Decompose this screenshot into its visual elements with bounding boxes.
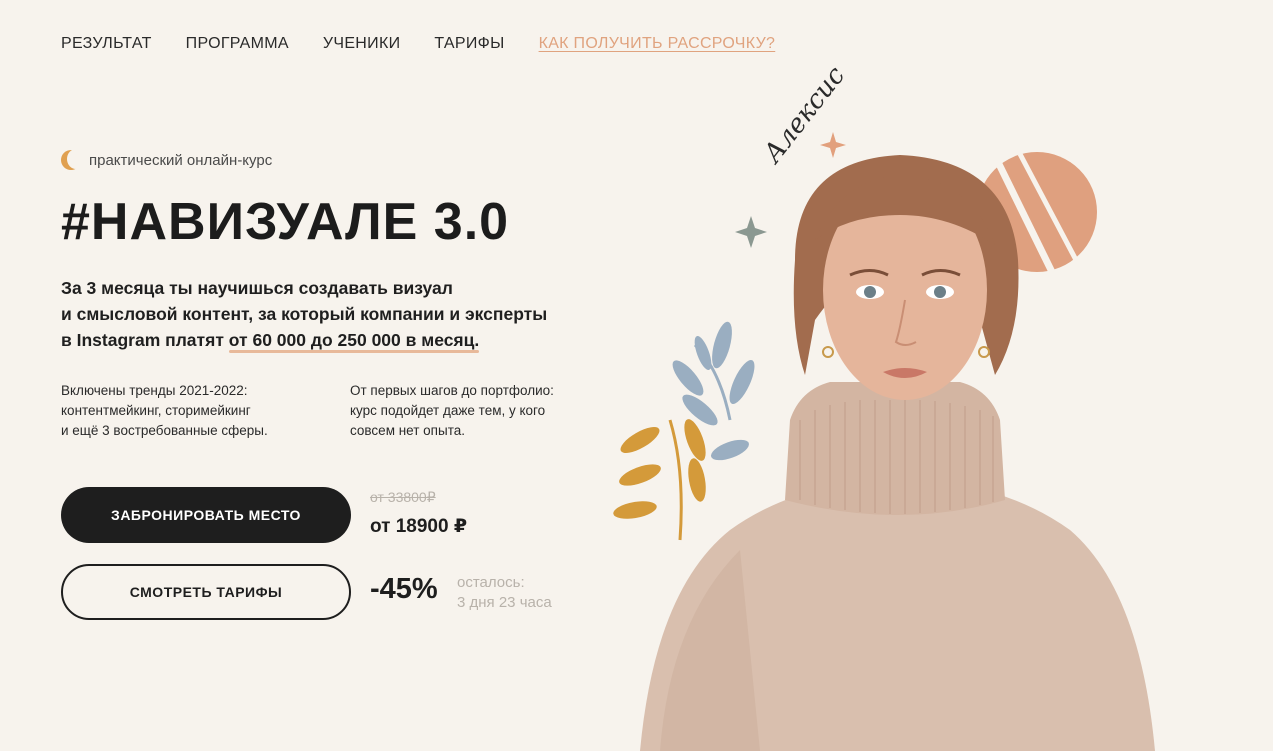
feature-trends-line-1: Включены тренды 2021-2022: <box>61 383 248 398</box>
lead-line-2: и смысловой контент, за который компании… <box>61 304 548 324</box>
page-title: #НАВИЗУАЛЕ 3.0 <box>61 193 510 251</box>
sparkle-icon <box>735 216 767 248</box>
hero-lead: За 3 месяца ты научишься создавать визуа… <box>61 275 621 353</box>
feature-trends-line-3: и ещё 3 востребованные сферы. <box>61 423 268 438</box>
nav-item-students[interactable]: УЧЕНИКИ <box>323 35 400 53</box>
time-left-label: осталось: <box>457 574 525 591</box>
hero-illustration <box>613 132 1155 751</box>
feature-portfolio-line-3: совсем нет опыта. <box>350 423 465 438</box>
lead-line-3: в Instagram платят от 60 000 до 250 000 … <box>61 327 621 353</box>
blue-branch <box>672 321 755 461</box>
gold-branch <box>613 419 706 541</box>
moon-icon <box>61 149 85 170</box>
nav-item-tariffs[interactable]: ТАРИФЫ <box>434 35 504 53</box>
feature-trends-line-2: контентмейкинг, сторимейкинг <box>61 403 251 418</box>
lead-line-3-text: в Instagram платят <box>61 330 224 350</box>
feature-portfolio: От первых шагов до портфолио: курс подой… <box>350 381 600 441</box>
nav-item-installments[interactable]: КАК ПОЛУЧИТЬ РАССРОЧКУ? <box>539 35 776 53</box>
course-badge: практический онлайн-курс <box>61 149 273 170</box>
course-badge-label: практический онлайн-курс <box>89 151 273 169</box>
new-price: от 18900 ₽ <box>370 516 468 537</box>
book-seat-button[interactable]: ЗАБРОНИРОВАТЬ МЕСТО <box>61 487 351 543</box>
feature-portfolio-line-1: От первых шагов до портфолио: <box>350 383 554 398</box>
nav-item-program[interactable]: ПРОГРАММА <box>186 35 289 53</box>
time-left-value: 3 дня 23 часа <box>457 594 552 611</box>
lead-highlight: от 60 000 до 250 000 в месяц. <box>228 330 480 350</box>
sparkle-icon <box>820 132 846 158</box>
nav-item-result[interactable]: РЕЗУЛЬТАТ <box>61 35 152 53</box>
old-price: от 33800₽ <box>370 489 436 505</box>
lead-line-1: За 3 месяца ты научишься создавать визуа… <box>61 278 453 298</box>
time-left: осталось: 3 дня 23 часа <box>457 573 552 613</box>
discount-badge: -45% <box>370 573 438 605</box>
feature-trends: Включены тренды 2021-2022: контентмейкин… <box>61 381 311 441</box>
view-tariffs-button[interactable]: СМОТРЕТЬ ТАРИФЫ <box>61 564 351 620</box>
feature-portfolio-line-2: курс подойдет даже тем, у кого <box>350 403 546 418</box>
top-nav: РЕЗУЛЬТАТ ПРОГРАММА УЧЕНИКИ ТАРИФЫ КАК П… <box>61 35 809 53</box>
